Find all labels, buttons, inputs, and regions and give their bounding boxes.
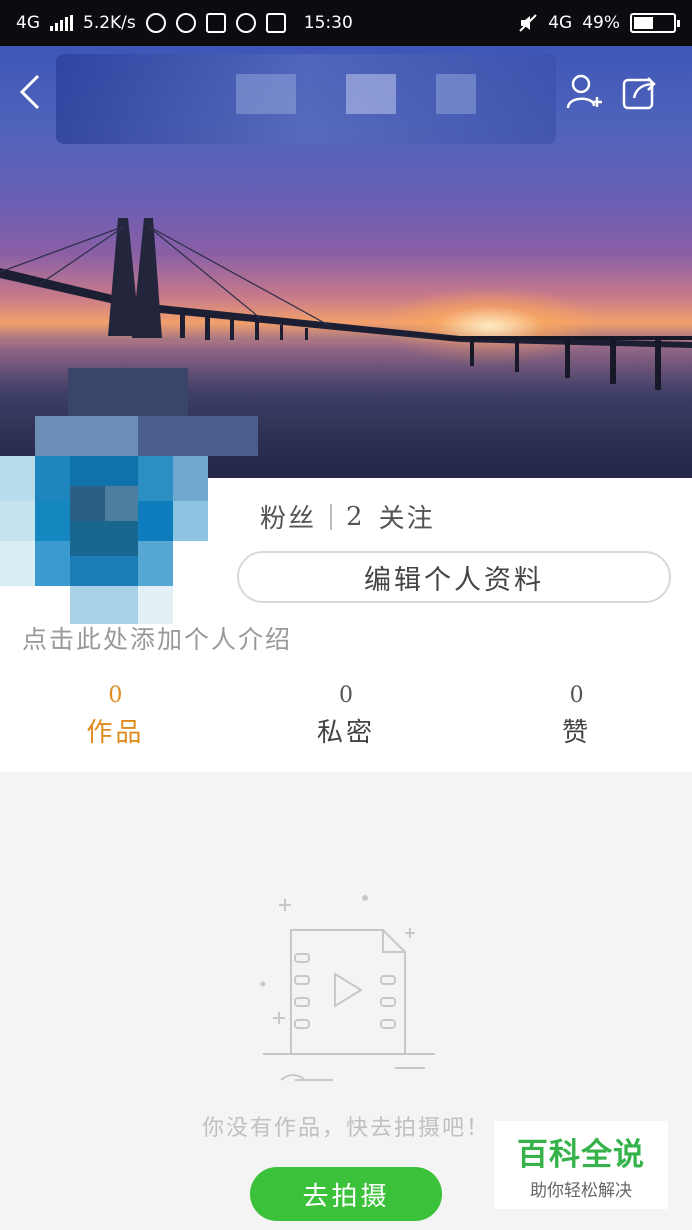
battery-percent: 49% (582, 13, 620, 33)
go-shoot-button[interactable]: 去拍摄 (250, 1167, 442, 1221)
add-friend-button[interactable] (564, 72, 610, 118)
fans-label[interactable]: 粉丝 (260, 498, 316, 535)
message-icon (235, 13, 256, 33)
app-notification-icon (145, 13, 166, 33)
private-label: 私密 (317, 718, 376, 748)
back-button[interactable] (16, 72, 62, 118)
follow-stats: 粉丝 2 关注 (260, 498, 435, 535)
network-speed: 5.2K/s (83, 13, 136, 33)
network-type-left: 4G (16, 13, 40, 33)
content-tabs: 0 作品 0 私密 0 赞 (0, 680, 692, 760)
signal-strength-icon (50, 15, 73, 31)
works-label: 作品 (86, 718, 145, 748)
watermark-subtitle: 助你轻松解决 (530, 1181, 632, 1201)
stats-divider (330, 503, 333, 530)
status-bar: 4G 5.2K/s 15:30 4G 49% (0, 0, 692, 46)
bio-placeholder[interactable]: 点击此处添加个人介绍 (22, 620, 292, 656)
watermark-logo: 百科全说 助你轻松解决 (494, 1121, 668, 1209)
avatar[interactable] (0, 368, 260, 624)
works-count: 0 (108, 683, 123, 708)
video-file-icon (260, 895, 435, 1081)
private-count: 0 (339, 683, 353, 708)
tab-works[interactable]: 0 作品 (0, 680, 231, 760)
blurred-username (56, 54, 556, 144)
tab-likes[interactable]: 0 赞 (461, 680, 692, 760)
share-icon (622, 77, 656, 110)
s-app-icon (205, 13, 226, 33)
edit-profile-button[interactable]: 编辑个人资料 (237, 551, 671, 603)
likes-count: 0 (569, 683, 584, 708)
battery-icon (630, 13, 680, 33)
mute-icon (519, 14, 537, 32)
tab-private[interactable]: 0 私密 (231, 680, 462, 760)
likes-label: 赞 (562, 718, 592, 748)
watermark-title: 百科全说 (517, 1137, 645, 1173)
network-type-right: 4G (548, 13, 573, 33)
weibo-icon (175, 13, 196, 33)
storage-icon (265, 13, 286, 33)
share-button[interactable] (620, 72, 666, 118)
follow-count[interactable]: 2 (346, 502, 365, 532)
follow-label[interactable]: 关注 (379, 498, 435, 535)
chevron-left-icon (19, 74, 40, 110)
clock: 15:30 (303, 13, 353, 33)
add-user-icon (566, 74, 602, 109)
